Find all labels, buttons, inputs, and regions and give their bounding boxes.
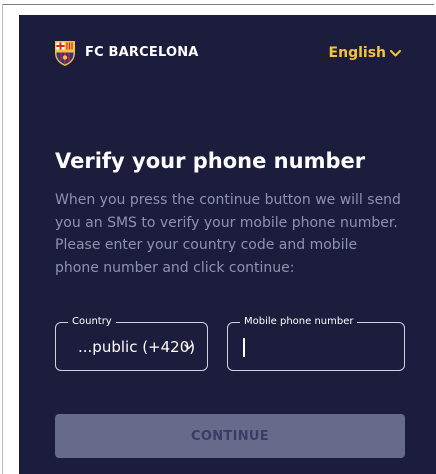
header: FC BARCELONA English xyxy=(19,15,436,95)
continue-button[interactable]: CONTINUE xyxy=(55,414,405,458)
page-frame: FC BARCELONA English Verify your phone n… xyxy=(0,0,436,474)
fc-barcelona-crest-icon xyxy=(55,41,75,66)
country-value: ...public (+420) xyxy=(78,338,196,356)
mobile-phone-input[interactable] xyxy=(242,333,392,361)
chevron-down-icon xyxy=(390,49,401,56)
frame-top-border xyxy=(2,4,434,5)
language-label: English xyxy=(328,45,386,61)
country-label: Country xyxy=(68,315,116,329)
language-selector[interactable]: English xyxy=(329,45,401,61)
text-cursor xyxy=(243,338,245,357)
instructions-text: When you press the continue button we wi… xyxy=(55,192,401,276)
brand-name: FC BARCELONA xyxy=(85,45,199,60)
phone-label: Mobile phone number xyxy=(240,315,358,329)
country-select[interactable]: Country ...public (+420) xyxy=(55,315,208,371)
verify-phone-panel: FC BARCELONA English Verify your phone n… xyxy=(19,15,436,474)
phone-field[interactable]: Mobile phone number xyxy=(227,315,405,371)
frame-left-border xyxy=(2,4,3,474)
chevron-down-icon xyxy=(184,344,193,350)
page-title: Verify your phone number xyxy=(55,149,366,173)
